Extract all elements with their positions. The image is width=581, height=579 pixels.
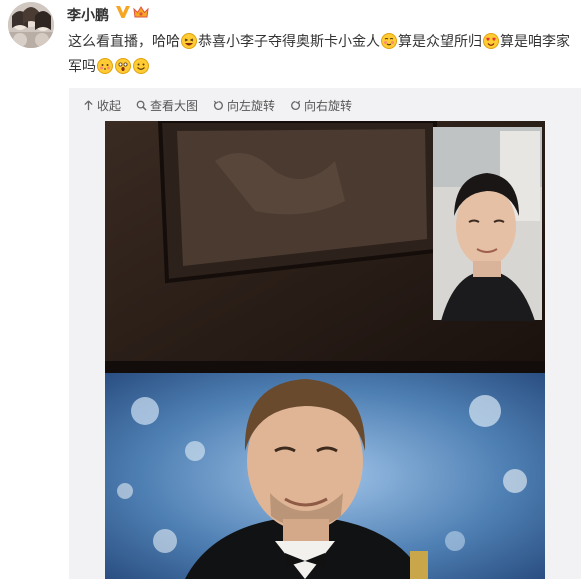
arrow-up-icon xyxy=(84,99,93,110)
collapse-button[interactable]: 收起 xyxy=(83,96,121,114)
smile-emoji-icon xyxy=(133,58,149,74)
laughing-emoji-icon xyxy=(181,33,197,49)
rotate-right-icon xyxy=(291,100,301,110)
avatar[interactable] xyxy=(8,2,54,48)
view-large-button[interactable]: 查看大图 xyxy=(136,96,198,114)
media-box: 收起 查看大图 向左旋转 向右旋转 xyxy=(69,88,581,579)
post-text-segment: 算是众望所归 xyxy=(398,34,482,50)
rotate-right-button[interactable]: 向右旋转 xyxy=(290,96,352,114)
post-text-segment: 这么看直播，哈哈 xyxy=(68,34,180,50)
blush-emoji-icon xyxy=(381,33,397,49)
weibo-post: 李小鹏 这么看直播，哈哈 恭喜小李子夺得奥斯卡小金人 算是众望所归 算是咱李家军吗 收… xyxy=(0,0,581,579)
post-photo[interactable] xyxy=(105,121,545,579)
rotate-right-label: 向右旋转 xyxy=(304,98,353,113)
avatar-image xyxy=(8,2,54,48)
username[interactable]: 李小鹏 xyxy=(67,5,109,25)
rotate-left-button[interactable]: 向左旋转 xyxy=(213,96,275,114)
post-text: 这么看直播，哈哈 恭喜小李子夺得奥斯卡小金人 算是众望所归 算是咱李家军吗 xyxy=(68,30,578,80)
rotate-left-icon xyxy=(213,100,223,110)
verified-v-icon xyxy=(116,6,130,18)
heart-eyes-emoji-icon xyxy=(483,33,499,49)
shy-emoji-icon xyxy=(97,58,113,74)
image-toolbar: 收起 查看大图 向左旋转 向右旋转 xyxy=(83,96,352,114)
view-large-label: 查看大图 xyxy=(150,98,199,113)
surprised-emoji-icon xyxy=(115,58,131,74)
collapse-label: 收起 xyxy=(97,98,122,113)
post-text-segment: 恭喜小李子夺得奥斯卡小金人 xyxy=(198,34,380,50)
search-icon xyxy=(136,100,147,111)
rotate-left-label: 向左旋转 xyxy=(227,98,276,113)
photo-image xyxy=(105,121,545,579)
vip-crown-icon[interactable] xyxy=(132,4,150,20)
